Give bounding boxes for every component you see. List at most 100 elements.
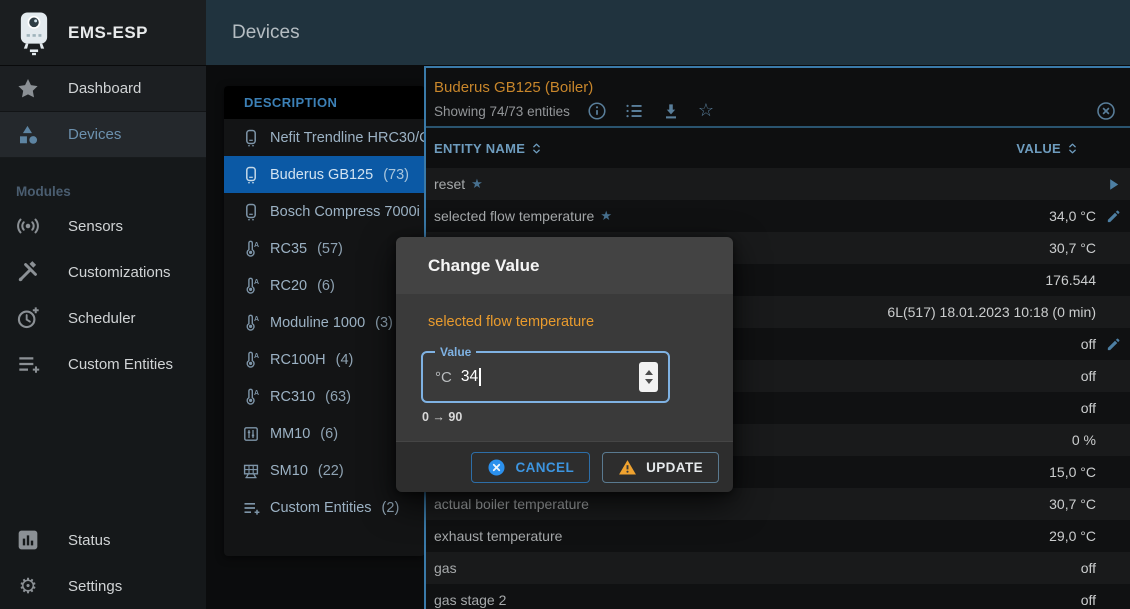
cancel-circle-icon xyxy=(487,458,506,477)
entity-value: off xyxy=(1081,560,1096,576)
entity-name-column-header[interactable]: ENTITY NAME xyxy=(434,141,1016,156)
entity-value: 15,0 °C xyxy=(1049,464,1096,480)
dialog-header: Change Value xyxy=(396,237,733,294)
boiler-icon xyxy=(242,129,260,147)
device-row[interactable]: MM10 (6) xyxy=(224,415,425,452)
device-name: Buderus GB125 xyxy=(270,167,373,183)
device-row[interactable]: Custom Entities (2) xyxy=(224,489,425,526)
boiler-icon xyxy=(242,203,260,221)
sidebar-bottom-nav: Status⚙Settings xyxy=(0,517,206,609)
sidebar-main-nav: Dashboard Devices xyxy=(0,66,206,158)
sidebar-item-label: Dashboard xyxy=(68,80,141,97)
entity-row[interactable]: gasoff xyxy=(426,552,1130,584)
list-plus-icon xyxy=(242,499,260,517)
device-name: MM10 xyxy=(270,426,310,442)
device-entity-count: (22) xyxy=(318,463,344,479)
star-icon xyxy=(16,77,40,101)
device-entity-count: (3) xyxy=(375,315,393,331)
sidebar-item-custom-entities[interactable]: Custom Entities xyxy=(0,341,206,387)
entity-name: gas xyxy=(434,560,1081,576)
edit-icon[interactable] xyxy=(1105,208,1122,225)
showing-entities-text: Showing 74/73 entities xyxy=(434,104,570,119)
text-cursor xyxy=(479,368,481,386)
boiler-icon xyxy=(242,166,260,184)
device-name: Moduline 1000 xyxy=(270,315,365,331)
sidebar-item-sensors[interactable]: Sensors xyxy=(0,203,206,249)
entity-name: gas stage 2 xyxy=(434,592,1081,608)
sidebar-item-dashboard[interactable]: Dashboard xyxy=(0,66,206,112)
sidebar-item-customizations[interactable]: Customizations xyxy=(0,249,206,295)
device-row[interactable]: ARC100H(4) xyxy=(224,341,425,378)
clock-plus-icon xyxy=(16,306,40,330)
device-row[interactable]: SM10(22) xyxy=(224,452,425,489)
entity-panel-title: Buderus GB125 (Boiler) xyxy=(426,68,1130,96)
close-panel-icon[interactable] xyxy=(1096,101,1116,121)
download-icon[interactable] xyxy=(661,101,681,121)
thermostat-icon: A xyxy=(242,388,260,406)
entity-row[interactable]: reset★ xyxy=(426,168,1130,200)
thermostat-icon: A xyxy=(242,240,260,258)
favorite-star-icon: ★ xyxy=(471,176,483,192)
step-down-icon[interactable] xyxy=(645,379,653,384)
device-entity-count: (4) xyxy=(336,352,354,368)
device-entity-count: (6) xyxy=(320,426,338,442)
number-stepper[interactable] xyxy=(639,362,658,392)
device-entity-count: (2) xyxy=(382,500,400,516)
device-name: Custom Entities xyxy=(270,500,372,516)
dialog-body: selected flow temperature Value °C 34 0 … xyxy=(396,294,733,441)
sidebar-item-status[interactable]: Status xyxy=(0,517,206,563)
update-button[interactable]: UPDATE xyxy=(602,452,719,483)
entity-value: 34,0 °C xyxy=(1049,208,1096,224)
sidebar: EMS-ESP DashboardDevices Modules Sensors… xyxy=(0,0,206,609)
value-column-header[interactable]: VALUE xyxy=(1016,141,1080,156)
entity-table-header: ENTITY NAME VALUE xyxy=(426,128,1130,168)
gear-icon: ⚙ xyxy=(16,574,40,598)
device-row[interactable]: ARC35(57) xyxy=(224,230,425,267)
device-row[interactable]: ARC20(6) xyxy=(224,267,425,304)
entity-name: selected flow temperature★ xyxy=(434,208,1049,224)
entity-row[interactable]: actual boiler temperature30,7 °C xyxy=(426,488,1130,520)
change-value-dialog: Change Value selected flow temperature V… xyxy=(396,237,733,492)
entity-row[interactable]: selected flow temperature★34,0 °C xyxy=(426,200,1130,232)
sidebar-item-devices[interactable]: Devices xyxy=(0,112,206,158)
step-up-icon[interactable] xyxy=(645,370,653,375)
play-icon[interactable] xyxy=(1105,176,1122,193)
edit-icon[interactable] xyxy=(1105,336,1122,353)
thermostat-icon: A xyxy=(242,277,260,295)
sidebar-item-label: Customizations xyxy=(68,264,171,281)
status-icon xyxy=(16,528,40,552)
top-app-bar: Devices xyxy=(206,0,1130,65)
sidebar-item-settings[interactable]: ⚙Settings xyxy=(0,563,206,609)
entity-panel-toolbar: Showing 74/73 entities ☆ xyxy=(426,96,1130,126)
entity-value: 29,0 °C xyxy=(1049,528,1096,544)
entity-row[interactable]: gas stage 2off xyxy=(426,584,1130,609)
device-row[interactable]: ARC310(63) xyxy=(224,378,425,415)
svg-text:A: A xyxy=(254,316,259,323)
device-entity-count: (63) xyxy=(325,389,351,405)
list-plus-icon xyxy=(16,352,40,376)
list-numbered-icon[interactable] xyxy=(624,101,644,121)
value-text: 34 xyxy=(461,368,478,386)
device-row[interactable]: A Moduline 1000 (3) xyxy=(224,304,425,341)
sidebar-item-scheduler[interactable]: Scheduler xyxy=(0,295,206,341)
page-title: Devices xyxy=(232,22,300,44)
entity-value: 0 % xyxy=(1072,432,1096,448)
cancel-button[interactable]: CANCEL xyxy=(471,452,590,483)
entity-value: off xyxy=(1081,368,1096,384)
entity-row[interactable]: exhaust temperature29,0 °C xyxy=(426,520,1130,552)
device-row[interactable]: Nefit Trendline HRC30/C xyxy=(224,119,425,156)
sort-icon xyxy=(529,141,544,156)
device-entity-count: (6) xyxy=(317,278,335,294)
star-outline-icon[interactable]: ☆ xyxy=(698,101,718,121)
device-row[interactable]: Bosch Compress 7000i xyxy=(224,193,425,230)
value-input[interactable]: Value °C 34 xyxy=(421,351,670,403)
info-icon[interactable] xyxy=(587,101,607,121)
app-root: EMS-ESP DashboardDevices Modules Sensors… xyxy=(0,0,1130,609)
entity-value: 30,7 °C xyxy=(1049,496,1096,512)
unit-adornment: °C xyxy=(435,369,452,386)
device-entity-count: (57) xyxy=(317,241,343,257)
sidebar-item-label: Scheduler xyxy=(68,310,136,327)
favorite-star-icon: ★ xyxy=(600,208,612,224)
device-row[interactable]: Buderus GB125(73) xyxy=(224,156,425,193)
entity-value: off xyxy=(1081,400,1096,416)
